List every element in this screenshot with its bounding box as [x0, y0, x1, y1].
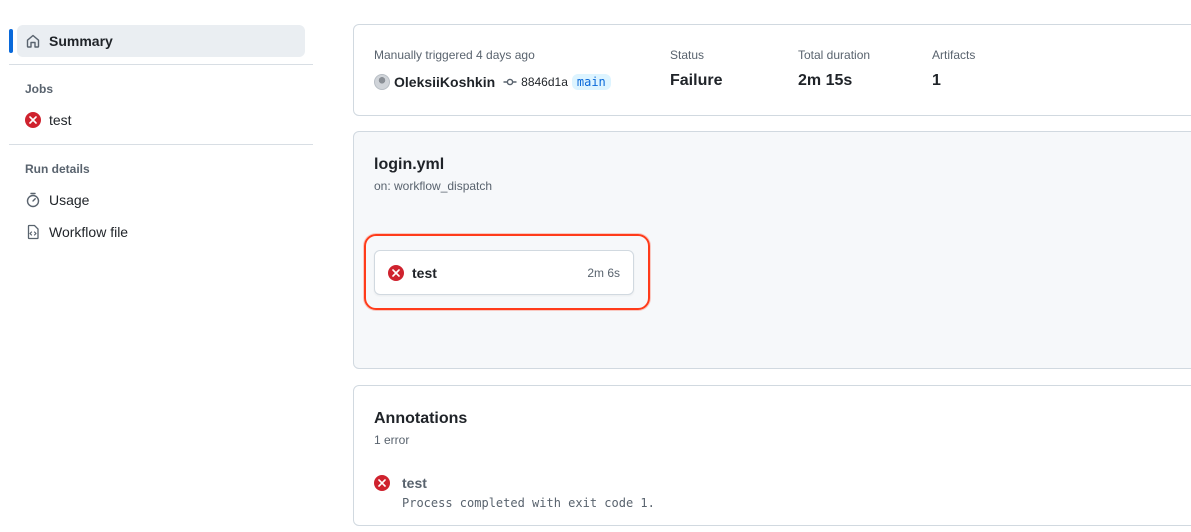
sidebar-item-workflow-file[interactable]: Workflow file [25, 222, 128, 242]
sidebar-item-job-test[interactable]: test [25, 110, 72, 130]
run-details-heading: Run details [25, 162, 90, 176]
file-code-icon [25, 224, 41, 240]
commit-sha-link[interactable]: 8846d1a [521, 75, 568, 89]
annotations-panel: Annotations 1 error test Process complet… [353, 385, 1191, 526]
duration-label: Total duration [798, 48, 871, 62]
actor-row: OleksiiKoshkin 8846d1a main [374, 72, 611, 92]
workflow-trigger: on: workflow_dispatch [374, 179, 493, 193]
job-duration: 2m 6s [587, 265, 620, 280]
divider [9, 64, 313, 65]
sidebar: Summary Jobs test Run details Usage Work… [0, 0, 320, 532]
workflow-file-name: login.yml [374, 156, 445, 173]
actor-link[interactable]: OleksiiKoshkin [394, 74, 495, 90]
divider [9, 144, 313, 145]
branch-label[interactable]: main [571, 74, 611, 90]
avatar[interactable] [374, 74, 390, 90]
job-name: test [412, 264, 437, 281]
sidebar-item-label: Workflow file [49, 224, 129, 240]
run-summary-panel: Manually triggered 4 days ago OleksiiKos… [353, 24, 1191, 116]
annotation-item: test [374, 475, 427, 491]
home-icon [25, 33, 41, 49]
artifacts-value[interactable]: 1 [932, 72, 941, 90]
jobs-heading: Jobs [25, 82, 54, 96]
sidebar-item-label: test [49, 112, 72, 128]
sidebar-item-summary[interactable]: Summary [17, 25, 305, 57]
x-circle-fill-icon [388, 264, 404, 281]
x-circle-fill-icon [374, 475, 390, 491]
status-label: Status [670, 48, 705, 62]
annotation-title-link[interactable]: test [402, 475, 427, 491]
annotations-count: 1 error [374, 433, 410, 447]
active-indicator [9, 29, 13, 53]
x-circle-fill-icon [25, 112, 41, 128]
artifacts-label: Artifacts [932, 48, 976, 62]
trigger-text: Manually triggered 4 days ago [374, 48, 535, 62]
status-value: Failure [670, 72, 723, 89]
duration-value: 2m 15s [798, 72, 853, 89]
sidebar-item-usage[interactable]: Usage [25, 190, 89, 210]
sidebar-item-label: Usage [49, 192, 90, 208]
annotations-title: Annotations [374, 410, 468, 427]
stopwatch-icon [25, 192, 41, 208]
job-card-test[interactable]: test 2m 6s [374, 250, 634, 295]
git-commit-icon [503, 75, 517, 89]
sidebar-item-label: Summary [49, 33, 113, 49]
annotation-message: Process completed with exit code 1. [402, 496, 655, 510]
